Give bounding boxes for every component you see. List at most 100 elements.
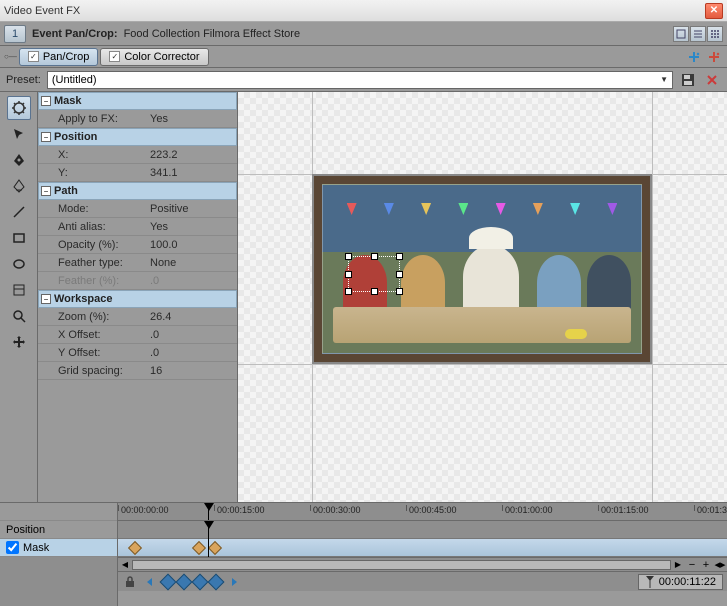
crop-handle[interactable] [345,271,352,278]
property-row[interactable]: X:223.2 [38,146,237,164]
group-header[interactable]: −Position [38,128,237,146]
move-tool[interactable] [7,330,31,354]
property-value[interactable]: 26.4 [148,311,237,323]
collapse-icon[interactable]: − [41,132,51,142]
lock-button[interactable] [122,574,138,590]
property-value[interactable]: None [148,257,237,269]
track-row-mask[interactable]: Mask [0,539,117,557]
property-row[interactable]: Zoom (%):26.4 [38,308,237,326]
group-name: Path [54,185,78,197]
text-tool[interactable] [7,278,31,302]
property-value[interactable]: Positive [148,203,237,215]
properties-tool[interactable] [7,96,31,120]
property-value[interactable]: .0 [148,347,237,359]
food-shape [565,329,587,339]
playhead[interactable] [208,503,209,520]
keyframe-marker[interactable] [128,541,142,555]
collapse-icon[interactable]: − [41,294,51,304]
keyframe-button-3[interactable] [192,573,209,590]
line-tool[interactable] [7,200,31,224]
rectangle-tool[interactable] [7,226,31,250]
crop-handle[interactable] [371,288,378,295]
property-value[interactable]: Yes [148,221,237,233]
crop-handle[interactable] [396,271,403,278]
view-mode-2-button[interactable] [690,26,706,42]
tab-color-corrector-checkbox[interactable]: ✓ [109,51,120,62]
property-row[interactable]: Y:341.1 [38,164,237,182]
group-header[interactable]: −Mask [38,92,237,110]
property-value[interactable]: .0 [148,275,237,287]
crop-handle[interactable] [371,253,378,260]
zoom-tool[interactable] [7,304,31,328]
zoom-fit-button[interactable]: ◂▸ [713,558,727,572]
view-mode-3-button[interactable] [707,26,723,42]
cursor-time-display[interactable]: 00:00:11:22 [638,574,723,590]
anchor-delete-tool[interactable] [7,174,31,198]
group-header[interactable]: −Workspace [38,290,237,308]
timeline-lanes[interactable] [118,521,727,557]
property-value[interactable]: .0 [148,329,237,341]
mask-crop-box[interactable] [348,256,400,292]
track-mask-checkbox[interactable] [6,541,19,554]
ellipse-tool[interactable] [7,252,31,276]
tab-pan-crop[interactable]: ✓ Pan/Crop [19,48,98,66]
property-row[interactable]: Mode:Positive [38,200,237,218]
keyframe-marker[interactable] [208,541,222,555]
keyframe-button-4[interactable] [208,573,225,590]
crop-handle[interactable] [345,288,352,295]
pen-tool[interactable] [7,148,31,172]
group-header[interactable]: −Path [38,182,237,200]
tab-pan-crop-checkbox[interactable]: ✓ [28,51,39,62]
view-mode-1-button[interactable] [673,26,689,42]
preview-canvas[interactable] [238,92,727,502]
property-label: Grid spacing: [38,365,148,377]
keyframe-marker[interactable] [192,541,206,555]
prev-keyframe-button[interactable] [142,574,158,590]
scroll-thumb[interactable] [132,560,671,570]
select-tool[interactable] [7,122,31,146]
delete-preset-button[interactable] [703,71,721,89]
nav-prev-button[interactable]: 1 [4,25,26,43]
playhead-line[interactable] [208,521,209,557]
property-row[interactable]: X Offset:.0 [38,326,237,344]
crop-handle[interactable] [345,253,352,260]
property-row[interactable]: Y Offset:.0 [38,344,237,362]
preset-dropdown[interactable]: (Untitled) ▼ [47,71,673,89]
property-row[interactable]: Grid spacing:16 [38,362,237,380]
property-value[interactable]: 341.1 [148,167,237,179]
track-mask-lane[interactable] [118,539,727,557]
ruler-tick: 00:00:30:00 [310,505,361,511]
zoom-in-button[interactable]: + [699,558,713,572]
timeline-ruler[interactable]: 00:00:00:0000:00:15:0000:00:30:0000:00:4… [118,503,727,521]
window-close-button[interactable]: ✕ [705,3,723,19]
property-row[interactable]: Anti alias:Yes [38,218,237,236]
collapse-icon[interactable]: − [41,186,51,196]
zoom-out-button[interactable]: − [685,558,699,572]
main-area: −MaskApply to FX:Yes−PositionX:223.2Y:34… [0,92,727,502]
property-value[interactable]: 223.2 [148,149,237,161]
timeline-tracks: 00:00:00:0000:00:15:0000:00:30:0000:00:4… [118,503,727,606]
remove-effect-button[interactable] [705,48,723,66]
track-row-position[interactable]: Position [0,521,117,539]
scroll-right-button[interactable]: ▶ [671,558,685,572]
crop-handle[interactable] [396,288,403,295]
group-name: Mask [54,95,82,107]
save-preset-button[interactable] [679,71,697,89]
add-keyframe-button[interactable] [160,573,177,590]
collapse-icon[interactable]: − [41,96,51,106]
scroll-left-button[interactable]: ◀ [118,558,132,572]
property-row[interactable]: Apply to FX:Yes [38,110,237,128]
property-row[interactable]: Feather type:None [38,254,237,272]
timeline-scrollbar: ◀ ▶ − + ◂▸ [118,557,727,571]
crop-handle[interactable] [396,253,403,260]
next-keyframe-button[interactable] [226,574,242,590]
tab-color-corrector[interactable]: ✓ Color Corrector [100,48,208,66]
add-effect-button[interactable] [685,48,703,66]
property-value[interactable]: 16 [148,365,237,377]
property-row[interactable]: Feather (%):.0 [38,272,237,290]
keyframe-button-2[interactable] [176,573,193,590]
property-value[interactable]: Yes [148,113,237,125]
timeline-track-labels: Position Mask [0,503,118,606]
property-value[interactable]: 100.0 [148,239,237,251]
property-row[interactable]: Opacity (%):100.0 [38,236,237,254]
